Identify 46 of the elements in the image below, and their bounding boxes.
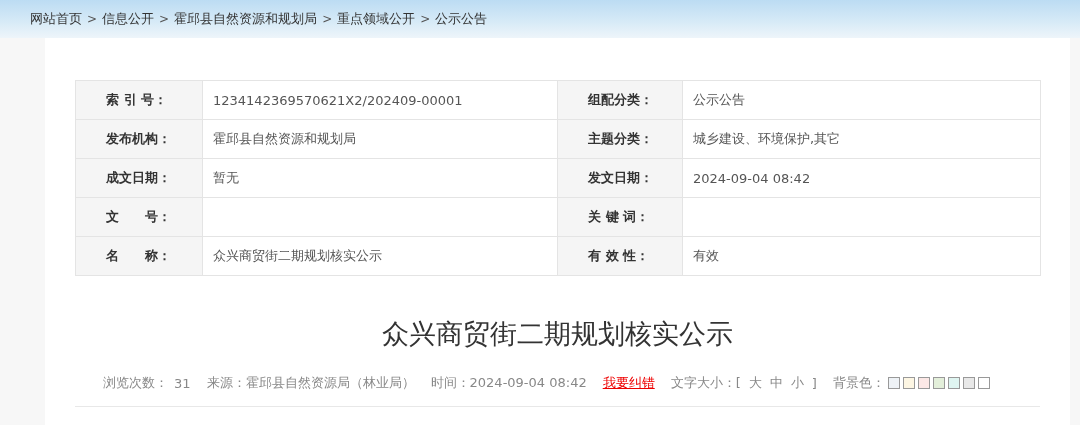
field-label: 文 号： — [75, 197, 203, 237]
correction-link[interactable]: 我要纠错 — [602, 374, 655, 392]
font-size-label: 文字大小：[ — [670, 374, 741, 392]
breadcrumb-separator: > — [87, 12, 98, 26]
breadcrumb-link[interactable]: 重点领域公开 — [337, 10, 416, 28]
field-value: 暂无 — [202, 158, 558, 198]
background-color-label: 背景色： — [832, 374, 885, 392]
article-title: 众兴商贸街二期规划核实公示 — [381, 317, 734, 351]
field-label: 名 称： — [75, 236, 203, 276]
breadcrumb-separator: > — [322, 12, 333, 26]
field-value: 1234142369570621X2/202409-00001 — [202, 80, 558, 120]
field-value: 2024-09-04 08:42 — [682, 158, 1041, 198]
source-text: 来源：霍邱县自然资源局（林业局） — [206, 374, 415, 392]
background-swatch[interactable] — [932, 377, 945, 389]
field-label: 成文日期： — [75, 158, 203, 198]
views-label: 浏览次数： — [103, 374, 168, 392]
background-swatch[interactable] — [962, 377, 975, 389]
background-swatch[interactable] — [887, 377, 900, 389]
font-size-link[interactable]: 中 — [769, 374, 783, 392]
breadcrumb-separator: > — [159, 12, 170, 26]
views-count: 31 — [174, 375, 191, 391]
font-size-link[interactable]: 大 — [748, 374, 762, 392]
field-label: 组配分类： — [557, 80, 683, 120]
background-swatch[interactable] — [902, 377, 915, 389]
background-swatch[interactable] — [947, 377, 960, 389]
field-label: 发布机构： — [75, 119, 203, 159]
breadcrumb-link[interactable]: 霍邱县自然资源和规划局 — [174, 10, 318, 28]
font-size-link[interactable]: 小 — [790, 374, 804, 392]
field-label: 发文日期： — [557, 158, 683, 198]
field-value: 城乡建设、环境保护,其它 — [682, 119, 1041, 159]
field-label: 主题分类： — [557, 119, 683, 159]
breadcrumb-link[interactable]: 网站首页 — [30, 10, 82, 28]
field-value: 有效 — [682, 236, 1041, 276]
field-value: 霍邱县自然资源和规划局 — [202, 119, 558, 159]
field-value: 公示公告 — [682, 80, 1041, 120]
field-label: 关 键 词： — [557, 197, 683, 237]
field-label: 有 效 性： — [557, 236, 683, 276]
breadcrumb-link[interactable]: 公示公告 — [435, 10, 488, 28]
bracket-text: ] — [811, 375, 817, 391]
background-swatch[interactable] — [917, 377, 930, 389]
field-value: 众兴商贸街二期规划核实公示 — [202, 236, 558, 276]
breadcrumb-link[interactable]: 信息公开 — [102, 10, 155, 28]
publish-time: 时间：2024-09-04 08:42 — [430, 374, 587, 392]
breadcrumb-separator: > — [420, 12, 431, 26]
background-swatch[interactable] — [977, 377, 990, 389]
field-label: 索 引 号： — [75, 80, 203, 120]
